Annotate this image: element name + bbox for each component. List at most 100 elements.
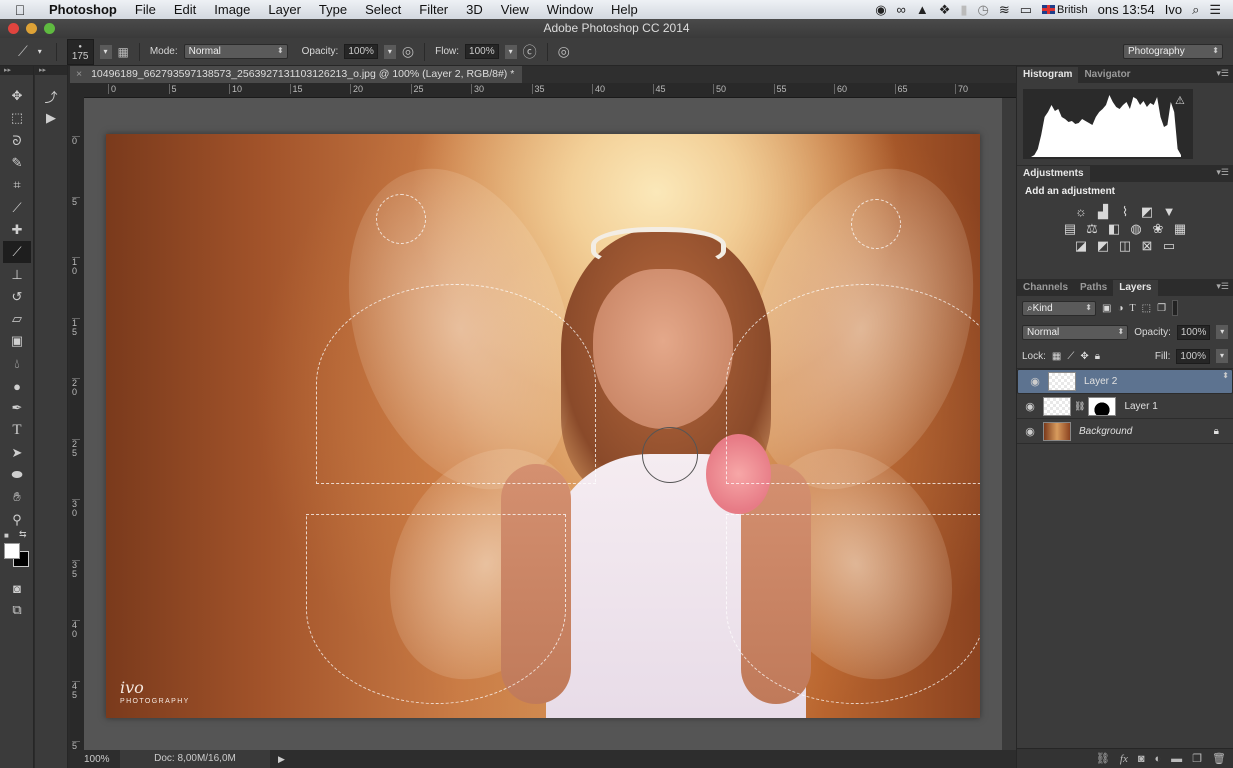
fill-dropdown[interactable]: ▾	[1216, 349, 1228, 363]
panel-menu-icon[interactable]: ▾☰	[1216, 68, 1229, 79]
brush-tool-icon[interactable]: ⟋	[3, 241, 31, 264]
airbrush-icon[interactable]: ⓒ	[523, 42, 537, 62]
vertical-ruler[interactable]: 0510152025303540455	[70, 83, 84, 751]
opacity-input[interactable]: 100%	[344, 44, 378, 59]
filter-kind-select[interactable]: ⌕Kind	[1022, 300, 1096, 316]
tab-histogram[interactable]: Histogram	[1017, 67, 1079, 83]
brightness-contrast-icon[interactable]: ☼	[1074, 205, 1089, 218]
brush-preset-icon[interactable]: ⟋	[18, 43, 28, 60]
menu-layer[interactable]: Layer	[259, 2, 310, 17]
wifi-icon[interactable]: ≋	[999, 2, 1010, 18]
zoom-window-button[interactable]	[44, 23, 55, 34]
spotlight-icon[interactable]: ⌕	[1192, 2, 1199, 18]
menu-window[interactable]: Window	[538, 2, 602, 17]
blend-mode-select[interactable]: Normal	[1022, 324, 1129, 340]
selective-color-icon[interactable]: ⊠	[1140, 239, 1155, 252]
dropbox-icon[interactable]: ❖	[939, 2, 951, 18]
marquee-tool-icon[interactable]: ⬚	[0, 107, 34, 129]
filter-type-icon[interactable]: T	[1130, 303, 1136, 314]
clone-stamp-tool-icon[interactable]: ⊥	[0, 263, 34, 285]
doc-size[interactable]: Doc: 8,00M/16,0M	[120, 750, 270, 768]
default-colors-icon[interactable]: ■	[4, 531, 9, 540]
menu-select[interactable]: Select	[356, 2, 410, 17]
pressure-size-icon[interactable]: ◎	[558, 43, 570, 60]
gradient-map-icon[interactable]: ▭	[1162, 239, 1177, 252]
brush-size-picker[interactable]: ● 175	[66, 38, 94, 65]
history-brush-tool-icon[interactable]: ↺	[0, 286, 34, 308]
close-document-icon[interactable]: ×	[76, 68, 82, 80]
blur-tool-icon[interactable]: 💧︎	[0, 353, 34, 375]
input-source[interactable]: British	[1042, 4, 1088, 16]
eraser-tool-icon[interactable]: ▱	[0, 308, 34, 330]
curves-icon[interactable]: ⌇	[1118, 205, 1133, 218]
lock-transparent-icon[interactable]: ▦	[1052, 351, 1061, 362]
filter-pixel-icon[interactable]: ▣	[1102, 303, 1111, 314]
filter-shape-icon[interactable]: ⬚	[1142, 303, 1151, 314]
screen-mode-icon[interactable]: ⧉	[0, 599, 34, 621]
dodge-tool-icon[interactable]: ●	[0, 375, 34, 397]
pressure-opacity-icon[interactable]: ◎	[402, 43, 414, 60]
horizontal-ruler[interactable]: 0 5 10 15 20 25 30 35 40 45 50 55 60 65 70	[84, 83, 1016, 98]
tool-preset-dropdown[interactable]: ▾	[34, 45, 46, 59]
panel-menu-icon[interactable]: ▾☰	[1216, 281, 1229, 292]
new-layer-icon[interactable]: ❐	[1192, 752, 1202, 765]
apple-icon[interactable]: 	[0, 2, 40, 18]
clock[interactable]: ons 13:54	[1098, 2, 1155, 17]
exposure-icon[interactable]: ◩	[1140, 205, 1155, 218]
panel-collapse-handle[interactable]: ▸▸	[0, 66, 33, 75]
lock-image-icon[interactable]: ⟋	[1067, 351, 1074, 362]
layer-style-fx-icon[interactable]: fx	[1120, 753, 1128, 765]
mask-link-icon[interactable]: ⛓	[1074, 401, 1085, 412]
battery-icon[interactable]: ▭	[1020, 2, 1032, 18]
type-tool-icon[interactable]: T	[0, 419, 34, 441]
vertical-scrollbar[interactable]	[1002, 98, 1016, 750]
filter-adjustment-icon[interactable]: ◑	[1117, 303, 1123, 314]
tab-layers[interactable]: Layers	[1113, 280, 1158, 296]
quick-select-tool-icon[interactable]: ✎	[0, 152, 34, 174]
color-lookup-icon[interactable]: ▦	[1173, 222, 1188, 235]
lock-all-icon[interactable]: 🔒︎	[1095, 351, 1100, 362]
menu-type[interactable]: Type	[310, 2, 356, 17]
visibility-eye-icon[interactable]: ◉	[1017, 425, 1043, 438]
zoom-level[interactable]: 100%	[70, 754, 120, 765]
hue-saturation-icon[interactable]: ▤	[1063, 222, 1078, 235]
link-layers-icon[interactable]: ⛓	[1096, 752, 1110, 765]
layer-opacity-input[interactable]: 100%	[1176, 324, 1211, 340]
layer-row-layer-2[interactable]: ◉ Layer 2	[1017, 369, 1233, 394]
lock-position-icon[interactable]: ✥	[1080, 351, 1088, 362]
threshold-icon[interactable]: ◫	[1118, 239, 1133, 252]
path-selection-tool-icon[interactable]: ➤	[0, 442, 34, 464]
quick-mask-icon[interactable]: ◙	[0, 577, 34, 599]
visibility-eye-icon[interactable]: ◉	[1022, 375, 1048, 388]
levels-icon[interactable]: ▟	[1096, 205, 1111, 218]
menu-3d[interactable]: 3D	[457, 2, 492, 17]
pen-tool-icon[interactable]: ✒	[0, 397, 34, 419]
hand-tool-icon[interactable]: ✋︎	[0, 486, 34, 508]
move-tool-icon[interactable]: ✥	[0, 85, 34, 107]
document-tab[interactable]: × 10496189_662793597138573_2563927131103…	[70, 66, 523, 83]
crop-tool-icon[interactable]: ⌗	[0, 174, 34, 196]
notification-center-icon[interactable]: ☰	[1209, 2, 1221, 18]
menu-image[interactable]: Image	[205, 2, 259, 17]
filter-smart-object-icon[interactable]: ❐	[1157, 303, 1166, 314]
new-adjustment-layer-icon[interactable]: ◐	[1155, 753, 1162, 765]
tab-paths[interactable]: Paths	[1074, 280, 1113, 296]
lasso-tool-icon[interactable]: ᘐ	[0, 130, 34, 152]
tab-adjustments[interactable]: Adjustments	[1017, 166, 1090, 182]
invert-icon[interactable]: ◪	[1074, 239, 1089, 252]
filter-toggle[interactable]	[1172, 300, 1179, 316]
layer-name[interactable]: Layer 1	[1124, 401, 1157, 412]
flow-dropdown[interactable]: ▾	[504, 44, 517, 59]
creative-cloud-icon[interactable]: ∞	[897, 2, 906, 17]
user-name[interactable]: Ivo	[1165, 2, 1182, 17]
fill-input[interactable]: 100%	[1176, 348, 1210, 364]
menu-file[interactable]: File	[126, 2, 165, 17]
google-drive-icon[interactable]: ▲	[916, 2, 929, 17]
new-group-icon[interactable]: ▬	[1171, 753, 1182, 765]
add-mask-icon[interactable]: ◙	[1138, 753, 1145, 765]
cache-warning-icon[interactable]: ⚠	[1175, 94, 1185, 107]
menu-view[interactable]: View	[492, 2, 538, 17]
tab-navigator[interactable]: Navigator	[1078, 67, 1136, 83]
record-icon[interactable]: ◉	[875, 2, 886, 18]
mode-select[interactable]: Normal	[183, 44, 288, 59]
